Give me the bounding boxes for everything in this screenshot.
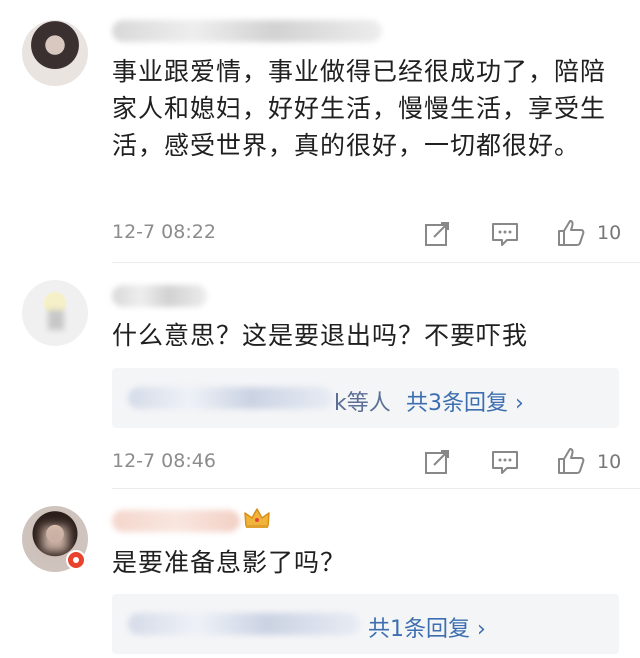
username-blurred[interactable] (112, 20, 382, 42)
verified-badge-icon (66, 550, 86, 570)
username-blurred[interactable] (112, 510, 240, 532)
comment-item-2: 什么意思？这是要退出吗？不要吓我 k等人 共3条回复 › 12-7 08:46 … (0, 262, 640, 489)
comment-text: 是要准备息影了吗？ (112, 548, 347, 577)
view-replies-link[interactable]: 共1条回复 › (368, 611, 486, 643)
thumbs-up-icon[interactable] (556, 446, 586, 476)
crown-icon (244, 508, 270, 528)
comment-icon[interactable] (490, 447, 520, 477)
like-count: 10 (597, 222, 622, 244)
like-count: 10 (597, 451, 622, 473)
thumbs-up-icon[interactable] (556, 218, 586, 248)
comment-text: 事业跟爱情，事业做得已经很成功了，陪陪家人和媳妇，好好生活，慢慢生活，享受生活，… (112, 57, 607, 160)
username-blurred[interactable] (112, 285, 207, 307)
view-replies-link[interactable]: 共3条回复 › (406, 385, 524, 417)
replies-preview[interactable]: 共1条回复 › (112, 594, 619, 654)
share-icon[interactable] (422, 219, 452, 249)
avatar[interactable] (22, 280, 88, 346)
share-icon[interactable] (422, 447, 452, 477)
comment-time: 12-7 08:22 (112, 221, 216, 243)
reply-names-suffix: k等人 (334, 391, 391, 416)
avatar[interactable] (22, 20, 88, 86)
comment-item-1: 事业跟爱情，事业做得已经很成功了，陪陪家人和媳妇，好好生活，慢慢生活，享受生活，… (0, 0, 640, 263)
comment-time: 12-7 08:46 (112, 450, 216, 472)
comment-icon[interactable] (490, 219, 520, 249)
replies-preview[interactable]: k等人 共3条回复 › (112, 368, 619, 428)
reply-names-blurred (128, 613, 360, 635)
comment-item-3: 是要准备息影了吗？ 共1条回复 › (0, 488, 640, 658)
reply-names-blurred (128, 387, 333, 409)
comment-text: 什么意思？这是要退出吗？不要吓我 (112, 321, 529, 350)
